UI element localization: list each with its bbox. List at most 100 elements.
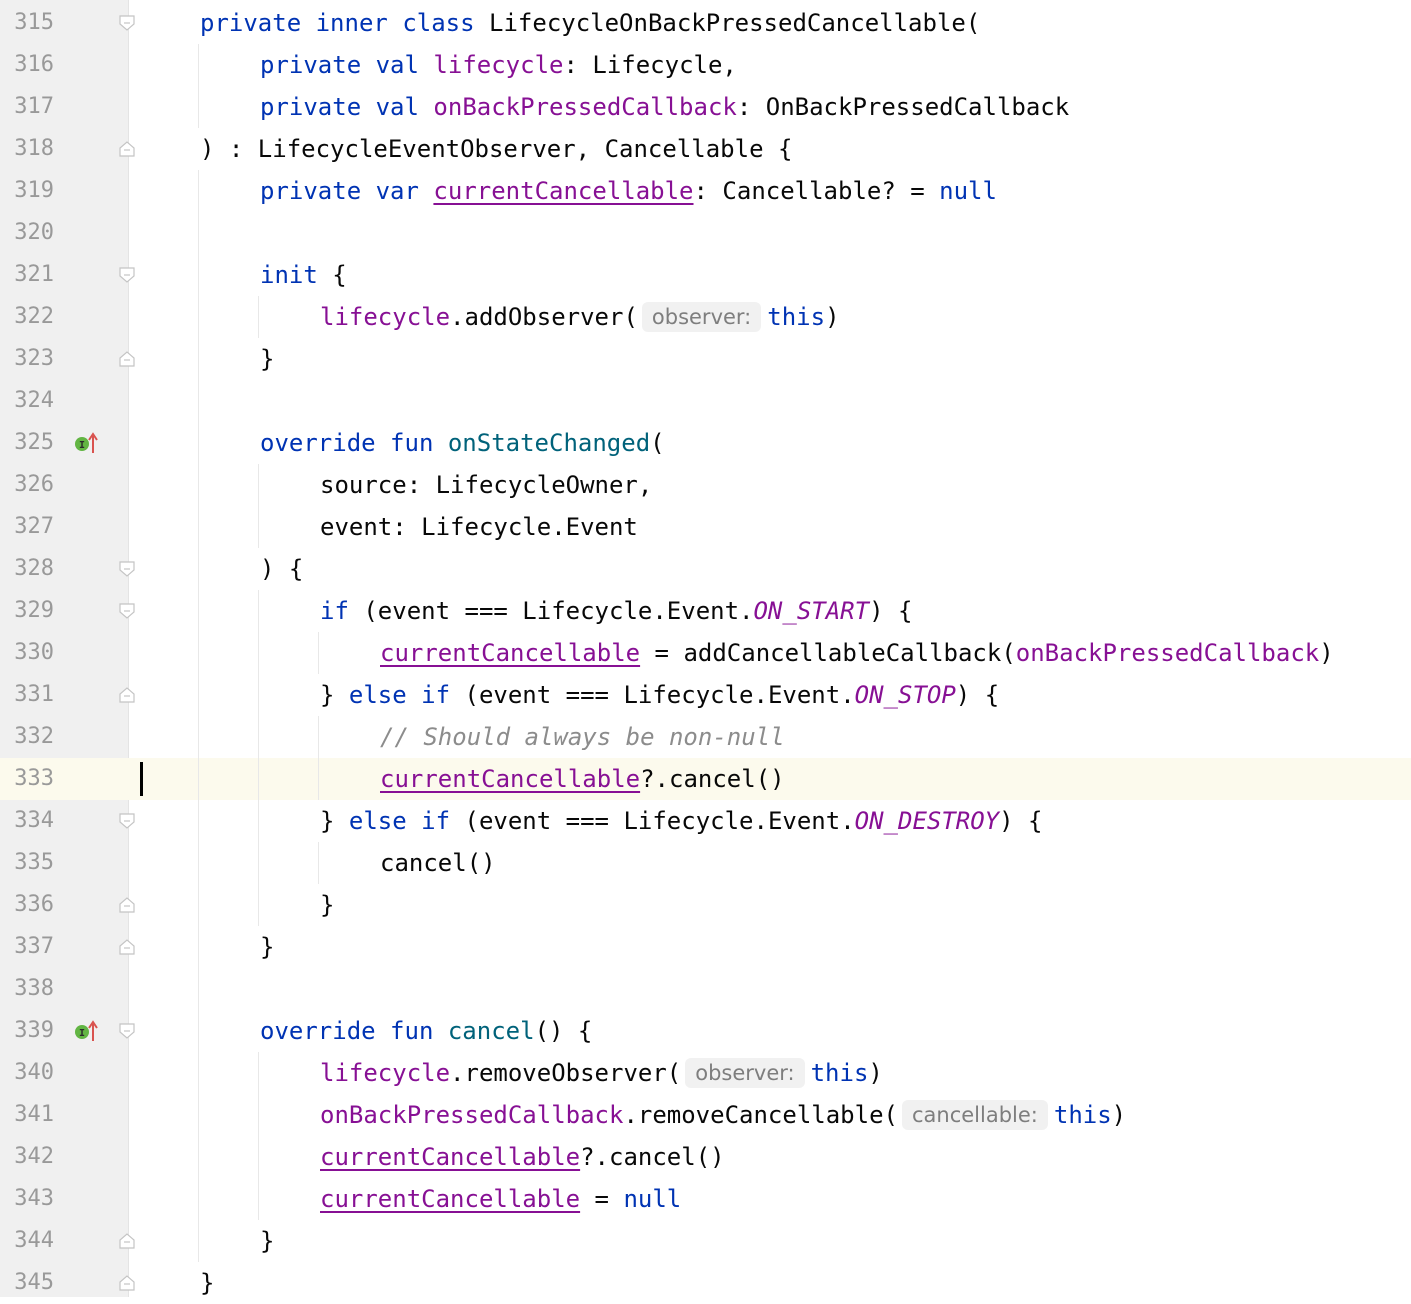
code-line[interactable]: 340 lifecycle.removeObserver(observer: th…	[0, 1052, 1411, 1094]
fold-close-icon[interactable]	[119, 1275, 135, 1291]
line-number: 321	[14, 262, 54, 287]
parameter-hint: observer:	[641, 302, 762, 332]
fold-open-icon[interactable]	[119, 813, 135, 829]
line-number: 343	[14, 1186, 54, 1211]
indent-guide	[198, 254, 199, 296]
fold-open-icon[interactable]	[119, 267, 135, 283]
implements-icon[interactable]: I	[74, 1020, 100, 1042]
fold-close-icon[interactable]	[119, 1233, 135, 1249]
code-text: } else if (event === Lifecycle.Event.ON_…	[320, 681, 1000, 709]
code-text: onBackPressedCallback.removeCancellable(…	[320, 1100, 1127, 1130]
indent-guide	[198, 884, 199, 926]
line-number: 328	[14, 556, 54, 581]
code-line[interactable]: 318 ) : LifecycleEventObserver, Cancella…	[0, 128, 1411, 170]
code-line[interactable]: 344 }	[0, 1220, 1411, 1262]
code-line[interactable]: 324	[0, 380, 1411, 422]
line-number: 325	[14, 430, 54, 455]
indent-guide	[258, 758, 259, 800]
fold-open-icon[interactable]	[119, 15, 135, 31]
indent-guide	[258, 674, 259, 716]
indent-guide	[198, 842, 199, 884]
code-line[interactable]: 335 cancel()	[0, 842, 1411, 884]
code-line[interactable]: 334 } else if (event === Lifecycle.Event…	[0, 800, 1411, 842]
indent-guide	[198, 1178, 199, 1220]
indent-guide	[198, 464, 199, 506]
code-line[interactable]: 326 source: LifecycleOwner,	[0, 464, 1411, 506]
code-line[interactable]: 342 currentCancellable?.cancel()	[0, 1136, 1411, 1178]
text-caret	[140, 762, 143, 796]
line-number: 342	[14, 1144, 54, 1169]
code-line[interactable]: 320	[0, 212, 1411, 254]
line-number: 337	[14, 934, 54, 959]
line-number: 316	[14, 52, 54, 77]
code-line[interactable]: 327 event: Lifecycle.Event	[0, 506, 1411, 548]
code-line[interactable]: 330 currentCancellable = addCancellableC…	[0, 632, 1411, 674]
fold-close-icon[interactable]	[119, 939, 135, 955]
indent-guide	[318, 842, 319, 884]
indent-guide	[318, 758, 319, 800]
fold-close-icon[interactable]	[119, 897, 135, 913]
code-line[interactable]: 331 } else if (event === Lifecycle.Event…	[0, 674, 1411, 716]
parameter-hint: observer:	[685, 1058, 805, 1088]
indent-guide	[198, 800, 199, 842]
indent-guide	[198, 338, 199, 380]
indent-guide	[258, 296, 259, 338]
code-line[interactable]: 316 private val lifecycle: Lifecycle,	[0, 44, 1411, 86]
fold-close-icon[interactable]	[119, 351, 135, 367]
indent-guide	[258, 800, 259, 842]
indent-guide	[258, 884, 259, 926]
line-number: 322	[14, 304, 54, 329]
code-line[interactable]: 339 I override fun cancel() {	[0, 1010, 1411, 1052]
fold-open-icon[interactable]	[119, 603, 135, 619]
indent-guide	[198, 212, 199, 254]
code-line[interactable]: 315 private inner class LifecycleOnBackP…	[0, 2, 1411, 44]
code-line[interactable]: 329 if (event === Lifecycle.Event.ON_STA…	[0, 590, 1411, 632]
code-text: }	[260, 345, 275, 373]
code-comment: // Should always be non-null	[380, 723, 785, 751]
code-line[interactable]: 325 I override fun onStateChanged(	[0, 422, 1411, 464]
code-text: currentCancellable?.cancel()	[320, 1143, 725, 1171]
indent-guide	[198, 422, 199, 464]
code-text: init {	[260, 261, 347, 289]
indent-guide	[198, 1094, 199, 1136]
code-text: cancel()	[380, 849, 496, 877]
fold-close-icon[interactable]	[119, 687, 135, 703]
indent-guide	[198, 968, 199, 1010]
indent-guide	[198, 44, 199, 86]
code-line[interactable]: 337 }	[0, 926, 1411, 968]
code-text: }	[260, 1227, 275, 1255]
code-text: } else if (event === Lifecycle.Event.ON_…	[320, 807, 1043, 835]
line-number: 323	[14, 346, 54, 371]
code-line[interactable]: 322 lifecycle.addObserver(observer: this)	[0, 296, 1411, 338]
code-text: private var currentCancellable: Cancella…	[260, 177, 997, 205]
code-line[interactable]: 319 private var currentCancellable: Canc…	[0, 170, 1411, 212]
code-line[interactable]: 345 }	[0, 1262, 1411, 1304]
code-lines: 315 private inner class LifecycleOnBackP…	[0, 2, 1411, 1304]
line-number: 345	[14, 1270, 54, 1295]
code-line[interactable]: 323 }	[0, 338, 1411, 380]
code-line[interactable]: 321 init {	[0, 254, 1411, 296]
fold-open-icon[interactable]	[119, 1023, 135, 1039]
fold-open-icon[interactable]	[119, 561, 135, 577]
implements-icon[interactable]: I	[74, 432, 100, 454]
indent-guide	[258, 1136, 259, 1178]
fold-close-icon[interactable]	[119, 141, 135, 157]
line-number: 318	[14, 136, 54, 161]
code-line[interactable]: 343 currentCancellable = null	[0, 1178, 1411, 1220]
line-number: 339	[14, 1018, 54, 1043]
code-editor[interactable]: 315 private inner class LifecycleOnBackP…	[0, 0, 1411, 1297]
code-line[interactable]: 338	[0, 968, 1411, 1010]
indent-guide	[258, 590, 259, 632]
code-line[interactable]: 328 ) {	[0, 548, 1411, 590]
code-line[interactable]: 336 }	[0, 884, 1411, 926]
code-line[interactable]: 341 onBackPressedCallback.removeCancella…	[0, 1094, 1411, 1136]
code-line[interactable]: 317 private val onBackPressedCallback: O…	[0, 86, 1411, 128]
current-code-line[interactable]: 333 currentCancellable?.cancel()	[0, 758, 1411, 800]
line-number: 333	[0, 758, 60, 800]
parameter-hint: cancellable:	[901, 1100, 1048, 1130]
line-number: 331	[14, 682, 54, 707]
code-line[interactable]: 332 // Should always be non-null	[0, 716, 1411, 758]
line-number: 335	[14, 850, 54, 875]
indent-guide	[258, 506, 259, 548]
line-number: 338	[14, 976, 54, 1001]
